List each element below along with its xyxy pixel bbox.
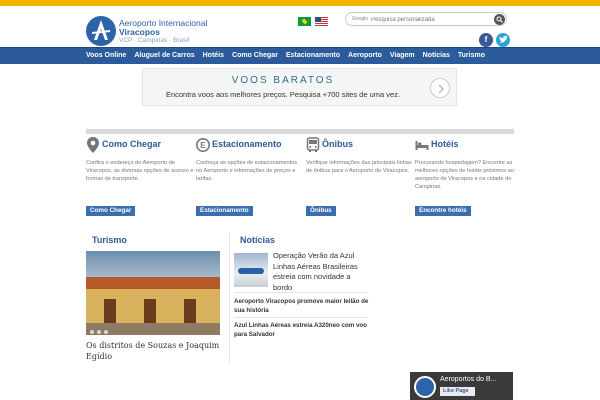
search-icon xyxy=(496,16,503,23)
parking-icon: E xyxy=(196,138,210,152)
map-pin-icon xyxy=(87,137,99,153)
news-item[interactable]: Azul Linhas Aéreas estreia A320neo com v… xyxy=(234,321,372,339)
news-thumbnail[interactable] xyxy=(234,253,268,287)
card-title[interactable]: Estacionamento xyxy=(212,139,282,149)
column-separator xyxy=(229,233,230,363)
encontre-hoteis-button[interactable]: Encontre hotéis xyxy=(415,206,471,216)
turismo-caption[interactable]: Os distritos de Souzas e Joaquim Egídio xyxy=(86,340,226,362)
news-divider xyxy=(234,317,368,318)
turismo-heading[interactable]: Turismo xyxy=(92,235,127,245)
svg-text:E: E xyxy=(200,141,206,150)
card-text: Procurando hospedagem? Encontre as melho… xyxy=(415,160,514,190)
bus-icon xyxy=(306,137,320,152)
ad-arrow-icon[interactable] xyxy=(430,78,450,98)
nav-item-hoteis[interactable]: Hotéis xyxy=(203,48,224,64)
ad-banner[interactable]: VOOS BARATOS Encontra voos aos melhores … xyxy=(142,68,457,106)
page-logo-icon xyxy=(414,376,436,398)
como-chegar-button[interactable]: Como Chegar xyxy=(86,206,136,216)
facebook-page-widget[interactable]: Aeroportos do B... Like Page xyxy=(410,372,513,400)
like-page-button[interactable]: Like Page xyxy=(440,387,475,396)
nav-item-aluguel-de-carros[interactable]: Aluguel de Carros xyxy=(134,48,194,64)
brazil-flag-icon[interactable] xyxy=(298,17,311,26)
estacionamento-button[interactable]: Estacionamento xyxy=(196,206,253,216)
card-text: Confira o endereço do Aeroporto de Virac… xyxy=(86,160,194,182)
news-item[interactable]: Operação Verão da Azul Linhas Aéreas Bra… xyxy=(273,251,368,293)
airport-logo-icon[interactable] xyxy=(86,16,116,46)
logo-subtitle: VCP · Campinas · Brasil xyxy=(119,37,190,44)
nav-item-voos-online[interactable]: Voos Online xyxy=(86,48,126,64)
nav-item-viagem[interactable]: Viagem xyxy=(390,48,415,64)
card-title[interactable]: Hotéis xyxy=(431,139,459,149)
search-button[interactable] xyxy=(494,14,505,25)
facebook-icon[interactable]: f xyxy=(479,33,493,47)
card-text: Conheça as opções de estacionamentos no … xyxy=(196,160,298,182)
header: Aeroporto Internacional Viracopos VCP · … xyxy=(0,6,600,47)
news-item[interactable]: Aeroporto Viracopos promove maior leilão… xyxy=(234,297,372,315)
search-input[interactable] xyxy=(371,14,481,25)
twitter-icon[interactable] xyxy=(496,33,510,47)
card-title[interactable]: Como Chegar xyxy=(102,139,161,149)
section-divider xyxy=(86,129,514,134)
noticias-heading[interactable]: Notícias xyxy=(240,235,275,245)
news-divider xyxy=(234,292,368,293)
ad-title: VOOS BARATOS xyxy=(231,75,335,86)
nav-item-como-chegar[interactable]: Como Chegar xyxy=(232,48,278,64)
nav-item-noticias[interactable]: Notícias xyxy=(423,48,450,64)
fb-page-name[interactable]: Aeroportos do B... xyxy=(440,376,496,383)
nav-item-estacionamento[interactable]: Estacionamento xyxy=(286,48,340,64)
ad-subtitle: Encontra voos aos melhores preços. Pesqu… xyxy=(165,90,401,99)
google-label: Google xyxy=(352,16,369,22)
usa-flag-icon[interactable] xyxy=(315,17,328,26)
nav-item-aeroporto[interactable]: Aeroporto xyxy=(348,48,382,64)
search-box: Google xyxy=(345,12,507,26)
slider-dots[interactable] xyxy=(90,330,111,334)
card-text: Verifique informações das principais lin… xyxy=(306,160,412,174)
logo-title-line2[interactable]: Viracopos xyxy=(119,27,160,37)
main-nav: Voos Online Aluguel de Carros Hotéis Com… xyxy=(0,47,600,64)
nav-item-turismo[interactable]: Turismo xyxy=(458,48,485,64)
bed-icon xyxy=(415,141,429,150)
onibus-button[interactable]: Ônibus xyxy=(306,206,336,216)
turismo-photo[interactable] xyxy=(86,251,220,335)
card-title[interactable]: Ônibus xyxy=(322,139,353,149)
